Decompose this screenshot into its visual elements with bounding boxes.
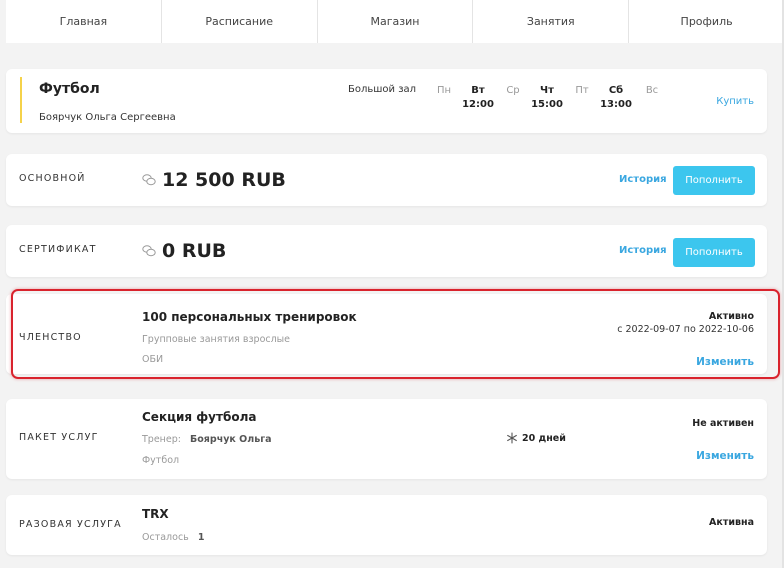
coins-icon: [142, 174, 156, 186]
day-sun: Вс: [632, 85, 672, 99]
single-remaining: Осталось 1: [142, 532, 204, 543]
membership-card: ЧЛЕНСТВО 100 персональных тренировок Гру…: [6, 294, 767, 374]
package-tag: Футбол: [142, 455, 180, 466]
coins-icon: [142, 245, 156, 257]
freeze-days: 20 дней: [522, 433, 566, 444]
package-title: Секция футбола: [142, 410, 257, 424]
day-sat: Сб 13:00: [596, 85, 636, 110]
topup-button[interactable]: Пополнить: [673, 238, 755, 267]
membership-tag: ОБИ: [142, 354, 164, 365]
membership-title: 100 персональных тренировок: [142, 310, 357, 324]
history-link[interactable]: История: [619, 174, 667, 185]
nav-item-profile[interactable]: Профиль: [629, 0, 784, 43]
trainer-label: Тренер:: [142, 434, 181, 445]
package-card: ПАКЕТ УСЛУГ Секция футбола Тренер: Боярч…: [6, 399, 767, 479]
class-card: Футбол Боярчук Ольга Сергеевна Большой з…: [6, 69, 767, 133]
class-title: Футбол: [39, 81, 100, 97]
single-service-title: TRX: [142, 507, 169, 521]
top-nav: Главная Расписание Магазин Занятия Профи…: [6, 0, 784, 43]
class-hall: Большой зал: [348, 84, 417, 95]
day-tue: Вт 12:00: [458, 85, 498, 110]
accent-bar: [20, 77, 22, 123]
membership-change-link[interactable]: Изменить: [696, 356, 754, 368]
membership-dates: с 2022-09-07 по 2022-10-06: [617, 324, 754, 335]
remaining-label: Осталось: [142, 532, 189, 543]
balance-amount: 0 RUB: [162, 240, 227, 262]
day-thu: Чт 15:00: [527, 85, 567, 110]
balance-card-certificate: СЕРТИФИКАТ 0 RUB История Пополнить: [6, 225, 767, 277]
package-label: ПАКЕТ УСЛУГ: [19, 432, 99, 443]
day-name: Вс: [645, 85, 659, 96]
nav-item-schedule[interactable]: Расписание: [162, 0, 318, 43]
day-time: 13:00: [600, 99, 632, 110]
balance-card-main: ОСНОВНОЙ 12 500 RUB История Пополнить: [6, 154, 767, 206]
day-time: 12:00: [462, 99, 494, 110]
nav-item-home[interactable]: Главная: [6, 0, 162, 43]
day-name: Чт: [540, 85, 554, 96]
balance-label: СЕРТИФИКАТ: [19, 244, 97, 255]
day-time: 15:00: [531, 99, 563, 110]
package-trainer: Тренер: Боярчук Ольга: [142, 434, 272, 445]
history-link[interactable]: История: [619, 245, 667, 256]
day-name: Сб: [608, 85, 624, 96]
snowflake-icon: [507, 432, 517, 444]
balance-label: ОСНОВНОЙ: [19, 173, 86, 184]
package-change-link[interactable]: Изменить: [696, 450, 754, 462]
nav-item-classes[interactable]: Занятия: [473, 0, 630, 43]
remaining-value: 1: [197, 532, 205, 543]
topup-button[interactable]: Пополнить: [673, 166, 755, 195]
class-trainer: Боярчук Ольга Сергеевна: [39, 112, 176, 123]
balance-amount: 12 500 RUB: [162, 169, 286, 191]
single-service-card: РАЗОВАЯ УСЛУГА TRX Осталось 1 Активна: [6, 495, 767, 555]
buy-link[interactable]: Купить: [716, 96, 754, 107]
membership-status: Активно: [708, 311, 754, 322]
membership-subtitle: Групповые занятия взрослые: [142, 334, 291, 345]
membership-label: ЧЛЕНСТВО: [19, 332, 82, 343]
single-service-status: Активна: [709, 517, 754, 528]
package-status: Не активен: [692, 418, 754, 429]
day-name: Вт: [471, 85, 485, 96]
nav-item-shop[interactable]: Магазин: [318, 0, 474, 43]
single-service-label: РАЗОВАЯ УСЛУГА: [19, 519, 122, 530]
trainer-name: Боярчук Ольга: [190, 434, 272, 445]
